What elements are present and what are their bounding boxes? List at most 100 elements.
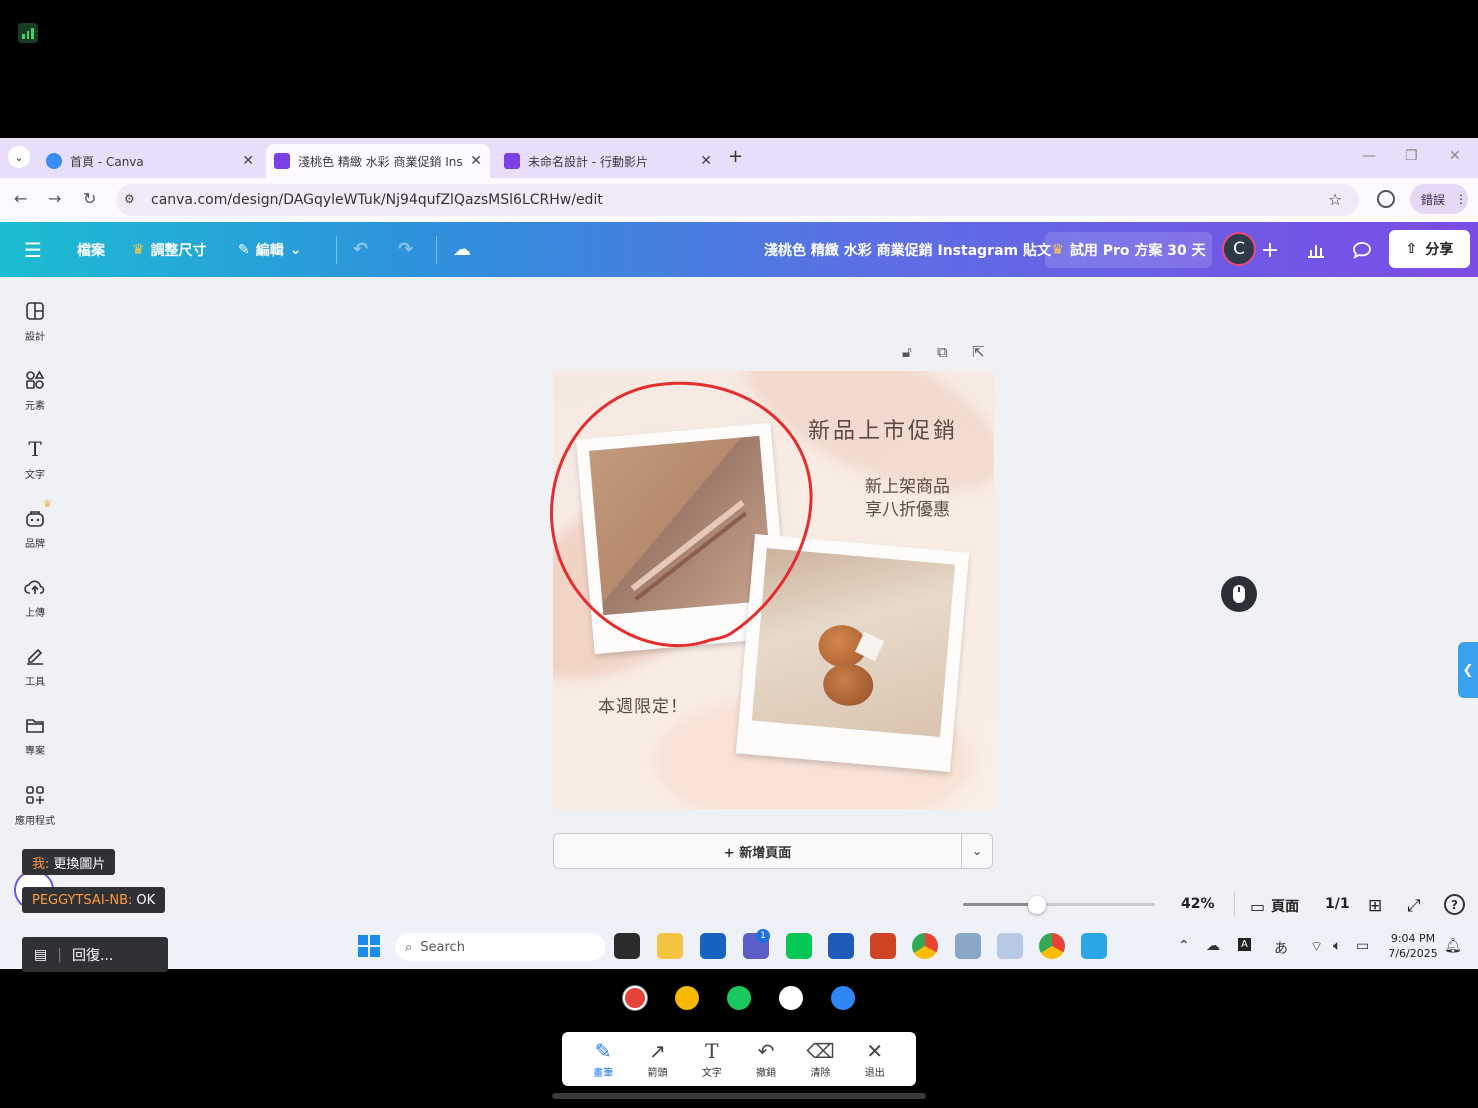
- snipping-tool-icon[interactable]: [997, 933, 1023, 959]
- tab-current-design[interactable]: 淺桃色 精緻 水彩 商業促銷 Inst ✕: [266, 144, 490, 178]
- close-icon[interactable]: ✕: [470, 153, 482, 169]
- zoom-slider-handle[interactable]: [1028, 896, 1046, 914]
- window-close-icon[interactable]: ✕: [1449, 148, 1461, 164]
- tray-overflow-icon[interactable]: ⌃: [1178, 938, 1190, 954]
- design-limited-text[interactable]: 本週限定！: [598, 692, 688, 717]
- line-icon[interactable]: [786, 933, 812, 959]
- input-method-icon[interactable]: あ: [1274, 938, 1288, 958]
- sidebar-item-design[interactable]: 設計: [0, 300, 70, 343]
- restore-icon[interactable]: ❐: [1405, 148, 1418, 164]
- side-panel-toggle[interactable]: ❮: [1458, 642, 1478, 698]
- search-placeholder: Search: [420, 939, 465, 955]
- sidebar-label: 工具: [25, 677, 45, 688]
- crown-icon: ♛: [43, 499, 52, 510]
- chrome-profile-icon[interactable]: [1039, 933, 1065, 959]
- sidebar-item-text[interactable]: T 文字: [0, 437, 70, 481]
- undo-icon[interactable]: ↶: [353, 222, 368, 277]
- tab-mobile-video[interactable]: 未命名設計 - 行動影片 ✕: [496, 144, 720, 178]
- windows-start-icon[interactable]: [358, 935, 380, 957]
- doc-title-text: 淺桃色 精緻 水彩 商業促銷 Instagram 貼文: [764, 242, 1051, 259]
- tool-text[interactable]: T 文字: [690, 1040, 734, 1079]
- sidebar-item-projects[interactable]: 專案: [0, 714, 70, 757]
- pages-button[interactable]: ▭ 頁面: [1250, 896, 1299, 916]
- onedrive-icon[interactable]: ☁: [1206, 938, 1220, 954]
- tool-arrow[interactable]: ↗ 箭頭: [635, 1040, 679, 1079]
- try-pro-button[interactable]: ♛ 試用 Pro 方案 30 天: [1045, 232, 1212, 268]
- close-icon[interactable]: ✕: [700, 153, 712, 169]
- powerpoint-icon[interactable]: [870, 933, 896, 959]
- word-icon[interactable]: [828, 933, 854, 959]
- outlook-icon[interactable]: [700, 933, 726, 959]
- help-icon[interactable]: ?: [1444, 894, 1465, 915]
- color-green-dot[interactable]: [727, 986, 751, 1010]
- close-icon[interactable]: ✕: [242, 153, 254, 169]
- chevron-down-icon[interactable]: ⌄: [961, 833, 993, 869]
- sidebar-item-tools[interactable]: 工具: [0, 645, 70, 688]
- bookmark-star-icon[interactable]: ☆: [1328, 190, 1342, 209]
- color-white-dot[interactable]: [779, 986, 803, 1010]
- duplicate-page-icon[interactable]: ⧉: [937, 343, 948, 361]
- wifi-icon[interactable]: ⌔: [1310, 938, 1323, 956]
- file-explorer-icon[interactable]: [657, 933, 683, 959]
- add-collaborator-icon[interactable]: +: [1256, 236, 1284, 264]
- cloud-saved-icon[interactable]: ☁: [453, 222, 471, 277]
- design-title-text[interactable]: 新品上市促銷: [808, 413, 958, 445]
- system-clock[interactable]: 9:04 PM 7/6/2025: [1378, 931, 1448, 961]
- battery-icon[interactable]: ▭: [1356, 938, 1369, 954]
- site-settings-icon[interactable]: ⚙: [124, 192, 135, 206]
- sidebar-item-elements[interactable]: 元素: [0, 369, 70, 412]
- grid-view-icon[interactable]: ⊞: [1368, 896, 1382, 916]
- design-subtitle-text[interactable]: 新上架商品 享八折優惠: [865, 476, 950, 522]
- tab-search-dropdown[interactable]: ⌄: [8, 146, 30, 168]
- add-page-icon[interactable]: ⇱: [972, 343, 985, 361]
- comment-icon[interactable]: [1348, 236, 1376, 264]
- sidebar-item-upload[interactable]: 上傳: [0, 576, 70, 619]
- color-red-dot[interactable]: [623, 986, 647, 1010]
- document-title[interactable]: 淺桃色 精緻 水彩 商業促銷 Instagram 貼文: [764, 222, 1051, 277]
- tool-pen[interactable]: ✎ 畫筆: [581, 1040, 625, 1079]
- photos-icon[interactable]: [955, 933, 981, 959]
- share-button[interactable]: ⇧ 分享: [1389, 230, 1470, 268]
- color-blue-dot[interactable]: [831, 986, 855, 1010]
- chrome-icon[interactable]: [912, 933, 938, 959]
- file-menu[interactable]: 檔案: [77, 222, 105, 277]
- task-view-icon[interactable]: [614, 933, 640, 959]
- signal-icon: [18, 23, 38, 43]
- menu-icon[interactable]: ☰: [24, 222, 42, 277]
- add-page-button[interactable]: + 新增頁面: [553, 833, 962, 869]
- back-icon[interactable]: ←: [14, 189, 27, 208]
- fullscreen-icon[interactable]: ⤢: [1407, 896, 1421, 916]
- taskbar-search[interactable]: ⌕ Search: [395, 933, 605, 961]
- volume-icon[interactable]: 🔈︎: [1333, 938, 1341, 954]
- insights-chart-icon[interactable]: [1302, 236, 1330, 264]
- tool-undo[interactable]: ↶ 撤銷: [744, 1040, 788, 1079]
- chat-reply-input[interactable]: ▤ | 回復...: [22, 937, 168, 972]
- reload-icon[interactable]: ↻: [83, 189, 96, 208]
- minimize-icon[interactable]: —: [1362, 148, 1376, 164]
- sidebar-item-brand[interactable]: ♛ 品牌: [0, 499, 70, 550]
- new-tab-button[interactable]: +: [728, 146, 743, 167]
- sidebar-item-apps[interactable]: 應用程式: [0, 784, 70, 827]
- tool-exit[interactable]: ✕ 退出: [853, 1040, 897, 1079]
- notification-bell-icon[interactable]: 🔔︎: [1444, 938, 1462, 954]
- tool-clear[interactable]: ⌫ 清除: [798, 1040, 842, 1079]
- edit-menu[interactable]: ✎ 編輯 ⌄: [238, 222, 301, 277]
- redo-icon[interactable]: ↷: [398, 222, 413, 277]
- forward-icon[interactable]: →: [48, 189, 61, 208]
- tab-canva-home[interactable]: 首頁 - Canva ✕: [38, 144, 262, 178]
- undo-icon: ↶: [757, 1038, 775, 1063]
- ime-icon[interactable]: A: [1238, 938, 1251, 951]
- remote-app-icon[interactable]: [1081, 933, 1107, 959]
- color-yellow-dot[interactable]: [675, 986, 699, 1010]
- notification-badge: 1: [756, 929, 770, 943]
- text-icon: T: [705, 1038, 719, 1063]
- resize-button[interactable]: ♛ 調整尺寸: [132, 222, 207, 277]
- url-field[interactable]: canva.com/design/DAGqyleWTuk/Nj94qufZlQa…: [116, 184, 1359, 216]
- profile-icon[interactable]: [1377, 190, 1395, 208]
- pro-trial-label: 試用 Pro 方案 30 天: [1069, 243, 1206, 259]
- sidebar-label: 品牌: [25, 539, 45, 550]
- zoom-percent[interactable]: 42%: [1181, 896, 1215, 912]
- error-button[interactable]: 錯誤 ⋮: [1410, 184, 1468, 214]
- lock-icon[interactable]: 🔓︎: [902, 343, 912, 361]
- avatar[interactable]: C: [1222, 232, 1256, 266]
